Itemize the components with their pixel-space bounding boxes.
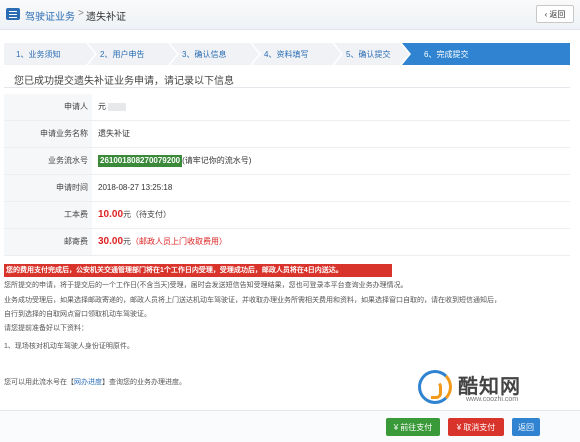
redacted-block [108, 102, 126, 111]
time-value: 2018-08-27 13:25:18 [98, 183, 173, 192]
applicant-label: 申请人 [4, 94, 92, 120]
business-label: 申请业务名称 [4, 121, 92, 147]
list-icon [6, 8, 20, 20]
step-label: 1、业务须知 [16, 49, 61, 59]
step-label: 4、资料填写 [264, 49, 309, 59]
info-table: 申请人 元 申请业务名称 遗失补证 业务流水号 2610018082700792… [4, 94, 570, 256]
progress-note: 您可以用此流水号在【网办进度】查询您的业务办理进度。 [4, 378, 404, 388]
step-3: 3、确认信息 [170, 43, 261, 65]
watermark-logo-icon [418, 370, 452, 404]
progress-suffix: 】查询您的业务办理进度。 [102, 379, 186, 386]
step-1: 1、业务须知 [4, 43, 97, 65]
breadcrumb-current: 遗失补证 [86, 12, 126, 23]
time-label: 申请时间 [4, 175, 92, 201]
applicant-value: 元 [98, 94, 126, 120]
note-2: 业务成功受理后，如果选择邮政寄递的，邮政人员将上门送达机动车驾驶证，并收取办理业… [4, 297, 501, 304]
progress-prefix: 您可以用此流水号在【 [4, 379, 74, 386]
fee-value-wrap: 10.00元（待支付） [98, 202, 171, 228]
postage-unit: 元 [123, 237, 132, 246]
info-row-postage: 邮寄费 30.00元（邮政人员上门收取费用） [4, 229, 570, 256]
pay-button-label: 前往支付 [400, 422, 433, 432]
note-5: 1、现场核对机动车驾驶人身份证明原件。 [4, 343, 134, 350]
step-label: 2、用户申告 [100, 49, 145, 59]
fee-amount: 10.00 [98, 209, 124, 220]
breadcrumb-separator: > [78, 8, 84, 19]
info-row-time: 申请时间 2018-08-27 13:25:18 [4, 175, 570, 202]
cancel-button-label: 取消支付 [463, 422, 496, 432]
yen-icon: ¥ [393, 422, 399, 432]
postage-label: 邮寄费 [4, 229, 92, 255]
header: 驾驶证业务 > 遗失补证 ‹ 返回 [0, 0, 580, 30]
page: 驾驶证业务 > 遗失补证 ‹ 返回 1、业务须知 2、用户申告 3、确认信息 4… [0, 0, 580, 442]
step-label: 6、完成提交 [424, 49, 469, 59]
serial-number: 261001808270079200 [98, 155, 183, 167]
step-6-active: 6、完成提交 [402, 43, 570, 65]
step-2: 2、用户申告 [88, 43, 179, 65]
step-5: 5、确认提交 [334, 43, 411, 65]
pay-button[interactable]: ¥ 前往支付 [386, 418, 440, 436]
note-3: 自行到选择的自取网点窗口领取机动车驾驶证。 [4, 311, 151, 318]
serial-value-wrap: 261001808270079200 (请牢记你的流水号) [98, 148, 251, 174]
fee-label: 工本费 [4, 202, 92, 228]
page-title: 您已成功提交遗失补证业务申请，请记录以下信息 [14, 76, 234, 87]
serial-label: 业务流水号 [4, 148, 92, 174]
watermark: 酷知网 www.coozhi.com [418, 368, 568, 408]
business-value: 遗失补证 [98, 129, 130, 138]
notice-highlight: 您的费用支付完成后，公安机关交通管理部门将在1个工作日内受理，受理成功后，邮政人… [4, 264, 392, 277]
back-button[interactable]: ‹ 返回 [536, 5, 574, 23]
postage-value-wrap: 30.00元（邮政人员上门收取费用） [98, 229, 227, 255]
cancel-pay-button[interactable]: ¥ 取消支付 [448, 418, 504, 436]
info-row-fee: 工本费 10.00元（待支付） [4, 202, 570, 229]
breadcrumb-section[interactable]: 驾驶证业务 [25, 8, 75, 23]
title-bar: 您已成功提交遗失补证业务申请，请记录以下信息 [4, 68, 570, 88]
note-1: 您所提交的申请，将于提交后的一个工作日(不含当天)受理，届时会发送短信告知受理结… [4, 282, 408, 289]
fee-unit: 元（待支付） [123, 210, 172, 219]
footer: ¥ 前往支付 ¥ 取消支付 返回 [0, 410, 580, 442]
serial-note: (请牢记你的流水号) [182, 156, 252, 165]
step-bar: 1、业务须知 2、用户申告 3、确认信息 4、资料填写 5、确认提交 6、完成提… [4, 43, 570, 65]
footer-back-button[interactable]: 返回 [512, 418, 540, 436]
applicant-name: 元 [98, 102, 106, 111]
chevron-left-icon: ‹ [544, 9, 548, 19]
progress-link[interactable]: 网办进度 [74, 379, 102, 386]
note-4: 请您提前准备好以下资料： [4, 325, 88, 332]
info-row-applicant: 申请人 元 [4, 94, 570, 121]
watermark-name: 酷知网 [458, 376, 521, 398]
back-button-label: 返回 [549, 9, 566, 19]
postage-amount: 30.00 [98, 236, 124, 247]
step-label: 3、确认信息 [182, 49, 227, 59]
yen-icon: ¥ [456, 422, 462, 432]
postage-note: （邮政人员上门收取费用） [131, 237, 228, 246]
step-label: 5、确认提交 [346, 49, 391, 59]
watermark-url: www.coozhi.com [466, 396, 519, 403]
info-row-serial: 业务流水号 261001808270079200 (请牢记你的流水号) [4, 148, 570, 175]
info-row-business: 申请业务名称 遗失补证 [4, 121, 570, 148]
step-4: 4、资料填写 [252, 43, 343, 65]
